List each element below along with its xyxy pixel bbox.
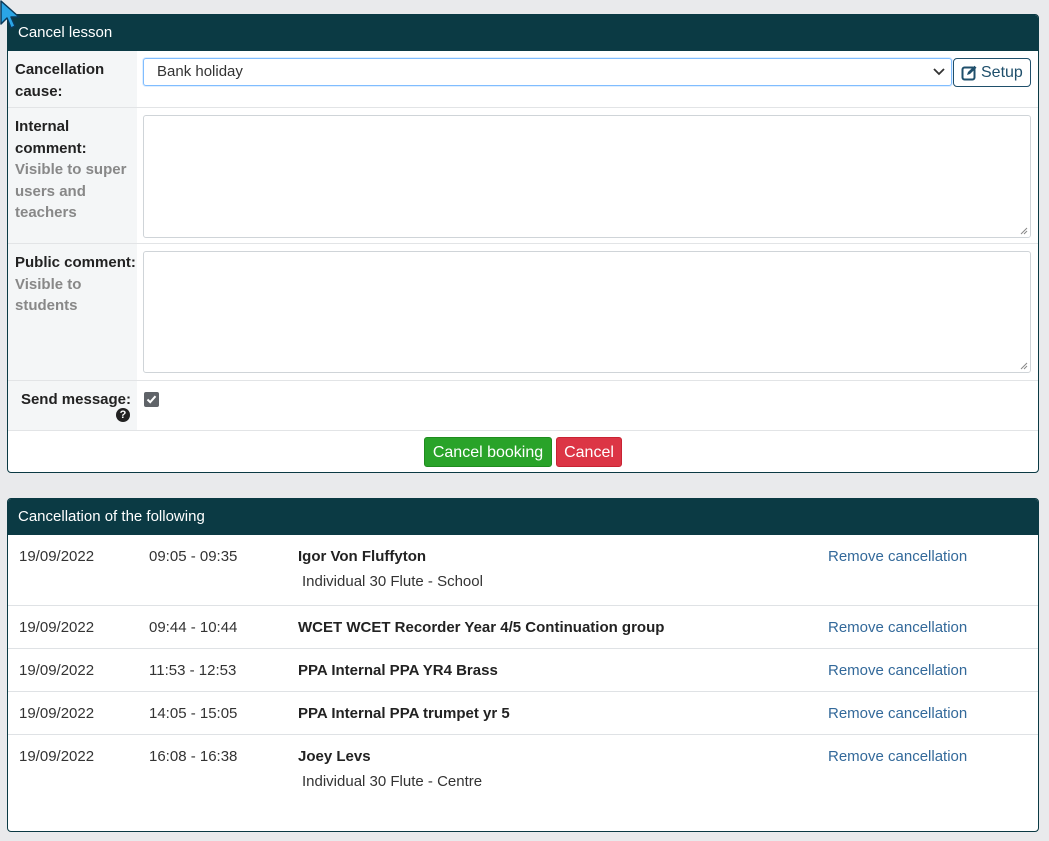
check-icon [146, 395, 157, 404]
internal-comment-label: Internal comment: [15, 118, 87, 157]
remove-cancellation-link[interactable]: Remove cancellation [828, 748, 967, 765]
resize-grip-icon[interactable] [1020, 227, 1028, 235]
public-comment-label: Public comment: [15, 254, 136, 271]
list-item: 19/09/2022 11:53 - 12:53 PPA Internal PP… [8, 649, 1038, 692]
internal-comment-hint: Visible to super users and teachers [15, 161, 127, 221]
internal-comment-row: Internal comment: Visible to super users… [8, 108, 1038, 244]
remove-cancellation-link[interactable]: Remove cancellation [828, 662, 967, 679]
lesson-title: WCET WCET Recorder Year 4/5 Continuation… [298, 619, 665, 636]
list-item: 19/09/2022 14:05 - 15:05 PPA Internal PP… [8, 692, 1038, 735]
cancel-button[interactable]: Cancel [556, 437, 622, 467]
setup-label: Setup [981, 64, 1023, 81]
list-item: 19/09/2022 09:44 - 10:44 WCET WCET Recor… [8, 606, 1038, 649]
lesson-date: 19/09/2022 [19, 705, 95, 722]
cancel-lesson-panel: Cancel lesson Cancellation cause: Bank h… [7, 14, 1039, 473]
cancellation-list-panel: Cancellation of the following 19/09/2022… [7, 498, 1039, 832]
lesson-time: 11:53 - 12:53 [149, 662, 237, 679]
lesson-date: 19/09/2022 [19, 662, 95, 679]
cancel-lesson-header: Cancel lesson [8, 15, 1038, 51]
lesson-time: 16:08 - 16:38 [149, 748, 238, 765]
send-message-label: Send message: [20, 391, 131, 408]
resize-grip-icon[interactable] [1020, 362, 1028, 370]
remove-cancellation-link[interactable]: Remove cancellation [828, 705, 967, 722]
cancellation-cause-value: Bank holiday [157, 63, 243, 80]
lesson-time: 09:44 - 10:44 [149, 619, 238, 636]
lesson-time: 14:05 - 15:05 [149, 705, 238, 722]
lesson-title: PPA Internal PPA YR4 Brass [298, 662, 498, 679]
lesson-title: PPA Internal PPA trumpet yr 5 [298, 705, 510, 722]
public-comment-textarea[interactable] [143, 251, 1031, 373]
lesson-subtitle: Individual 30 Flute - Centre [302, 773, 483, 790]
public-comment-hint: Visible to students [15, 275, 82, 315]
send-message-checkbox[interactable] [144, 392, 159, 407]
cancellation-list-header: Cancellation of the following [8, 499, 1038, 535]
lesson-subtitle: Individual 30 Flute - School [302, 573, 483, 590]
cancellation-cause-row: Cancellation cause: Bank holiday Setup [8, 51, 1038, 108]
send-message-row: Send message: ? [8, 381, 1038, 431]
lesson-date: 19/09/2022 [19, 748, 95, 765]
cancellation-cause-label: Cancellation cause: [8, 51, 137, 107]
list-item: 19/09/2022 09:05 - 09:35 Igor Von Fluffy… [8, 535, 1038, 606]
action-buttons: Cancel booking Cancel [8, 431, 1038, 472]
cancel-booking-button[interactable]: Cancel booking [424, 437, 552, 467]
setup-button[interactable]: Setup [953, 58, 1031, 87]
internal-comment-textarea[interactable] [143, 115, 1031, 238]
list-item: 19/09/2022 16:08 - 16:38 Joey Levs Indiv… [8, 735, 1038, 806]
lesson-date: 19/09/2022 [19, 619, 95, 636]
lesson-title: Igor Von Fluffyton [298, 548, 427, 565]
chevron-down-icon [933, 68, 945, 76]
lesson-title: Joey Levs [298, 748, 371, 765]
public-comment-row: Public comment: Visible to students [8, 244, 1038, 381]
question-circle-icon[interactable]: ? [116, 408, 130, 422]
lesson-time: 09:05 - 09:35 [149, 548, 238, 565]
mouse-pointer-icon [0, 0, 20, 29]
cancellation-cause-select[interactable]: Bank holiday [143, 58, 952, 86]
remove-cancellation-link[interactable]: Remove cancellation [828, 619, 967, 636]
edit-square-icon [961, 65, 977, 81]
remove-cancellation-link[interactable]: Remove cancellation [828, 548, 967, 565]
lesson-date: 19/09/2022 [19, 548, 95, 565]
